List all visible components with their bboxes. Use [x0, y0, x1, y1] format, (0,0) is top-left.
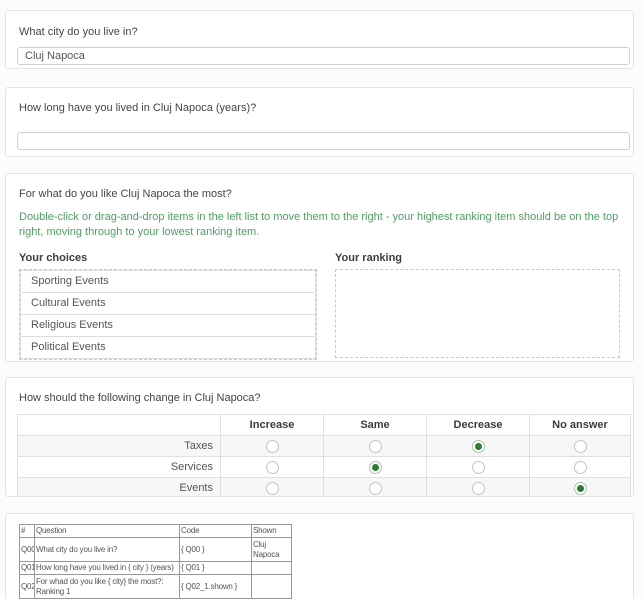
summary-header-code: Code — [180, 525, 252, 538]
question-panel-city: What city do you live in? — [5, 10, 634, 69]
choice-item-cultural-events[interactable]: Cultural Events — [20, 292, 316, 315]
summary-row-q00: Q00 What city do you live in? { Q00 } Cl… — [20, 538, 292, 562]
radio-taxes-no-answer[interactable] — [574, 440, 587, 453]
radio-events-same[interactable] — [369, 482, 382, 495]
matrix-col-increase: Increase — [221, 415, 324, 436]
summary-panel: # Question Code Shown Q00 What city do y… — [5, 513, 634, 599]
row-label-services: Services — [18, 457, 221, 478]
summary-cell-question: What city do you live in? — [35, 538, 180, 562]
radio-taxes-same[interactable] — [369, 440, 382, 453]
summary-header-num: # — [20, 525, 35, 538]
radio-events-increase[interactable] — [266, 482, 279, 495]
summary-cell-question: For whad do you like { city} the most?: … — [35, 575, 180, 599]
radio-services-decrease[interactable] — [472, 461, 485, 474]
question-text-matrix: How should the following change in Cluj … — [19, 392, 620, 405]
summary-cell-shown — [252, 562, 292, 575]
ranking-label: Your ranking — [335, 252, 620, 264]
matrix-header-row: Increase Same Decrease No answer — [18, 415, 631, 436]
matrix-row-events: Events — [18, 478, 631, 498]
summary-cell-num: Q01 — [20, 562, 35, 575]
city-input[interactable] — [17, 47, 630, 65]
radio-taxes-increase[interactable] — [266, 440, 279, 453]
summary-cell-num: Q00 — [20, 538, 35, 562]
matrix-col-same: Same — [324, 415, 427, 436]
radio-services-no-answer[interactable] — [574, 461, 587, 474]
choice-item-political-events[interactable]: Political Events — [20, 336, 316, 359]
ranking-instruction: Double-click or drag-and-drop items in t… — [19, 210, 620, 240]
summary-cell-shown: Cluj Napoca — [252, 538, 292, 562]
summary-cell-num: Q02 — [20, 575, 35, 599]
ranking-column: Your ranking — [335, 252, 620, 360]
choices-label: Your choices — [19, 252, 317, 264]
radio-services-increase[interactable] — [266, 461, 279, 474]
question-text-ranking: For what do you like Cluj Napoca the mos… — [19, 188, 620, 201]
question-text-city: What city do you live in? — [19, 26, 620, 39]
summary-cell-question: How long have you lived in { city } (yea… — [35, 562, 180, 575]
question-panel-years: How long have you lived in Cluj Napoca (… — [5, 87, 634, 157]
summary-row-q02-1: Q02 For whad do you like { city} the mos… — [20, 575, 292, 599]
question-panel-ranking: For what do you like Cluj Napoca the mos… — [5, 173, 634, 362]
ranking-drop-zone[interactable] — [335, 269, 620, 358]
choice-item-sporting-events[interactable]: Sporting Events — [20, 270, 316, 293]
matrix-table: Increase Same Decrease No answer Taxes S… — [17, 414, 631, 497]
radio-taxes-decrease[interactable] — [472, 440, 485, 453]
summary-cell-code: { Q01 } — [180, 562, 252, 575]
ranking-area: Your choices Sporting Events Cultural Ev… — [19, 252, 620, 360]
summary-cell-shown — [252, 575, 292, 599]
row-label-taxes: Taxes — [18, 436, 221, 457]
summary-cell-code: { Q02_1.shown } — [180, 575, 252, 599]
matrix-corner-cell — [18, 415, 221, 436]
choice-item-religious-events[interactable]: Religious Events — [20, 314, 316, 337]
choices-column: Your choices Sporting Events Cultural Ev… — [19, 252, 317, 360]
summary-cell-code: { Q00 } — [180, 538, 252, 562]
row-label-events: Events — [18, 478, 221, 498]
question-text-years: How long have you lived in Cluj Napoca (… — [19, 102, 620, 115]
radio-events-decrease[interactable] — [472, 482, 485, 495]
choices-list: Sporting Events Cultural Events Religiou… — [19, 269, 317, 360]
years-input[interactable] — [17, 132, 630, 150]
matrix-col-no-answer: No answer — [530, 415, 631, 436]
matrix-col-decrease: Decrease — [427, 415, 530, 436]
radio-services-same[interactable] — [369, 461, 382, 474]
question-panel-matrix: How should the following change in Cluj … — [5, 377, 634, 497]
summary-table: # Question Code Shown Q00 What city do y… — [19, 524, 292, 599]
summary-row-q01: Q01 How long have you lived in { city } … — [20, 562, 292, 575]
matrix-row-services: Services — [18, 457, 631, 478]
summary-header-question: Question — [35, 525, 180, 538]
summary-header-row: # Question Code Shown — [20, 525, 292, 538]
summary-header-shown: Shown — [252, 525, 292, 538]
matrix-row-taxes: Taxes — [18, 436, 631, 457]
radio-events-no-answer[interactable] — [574, 482, 587, 495]
